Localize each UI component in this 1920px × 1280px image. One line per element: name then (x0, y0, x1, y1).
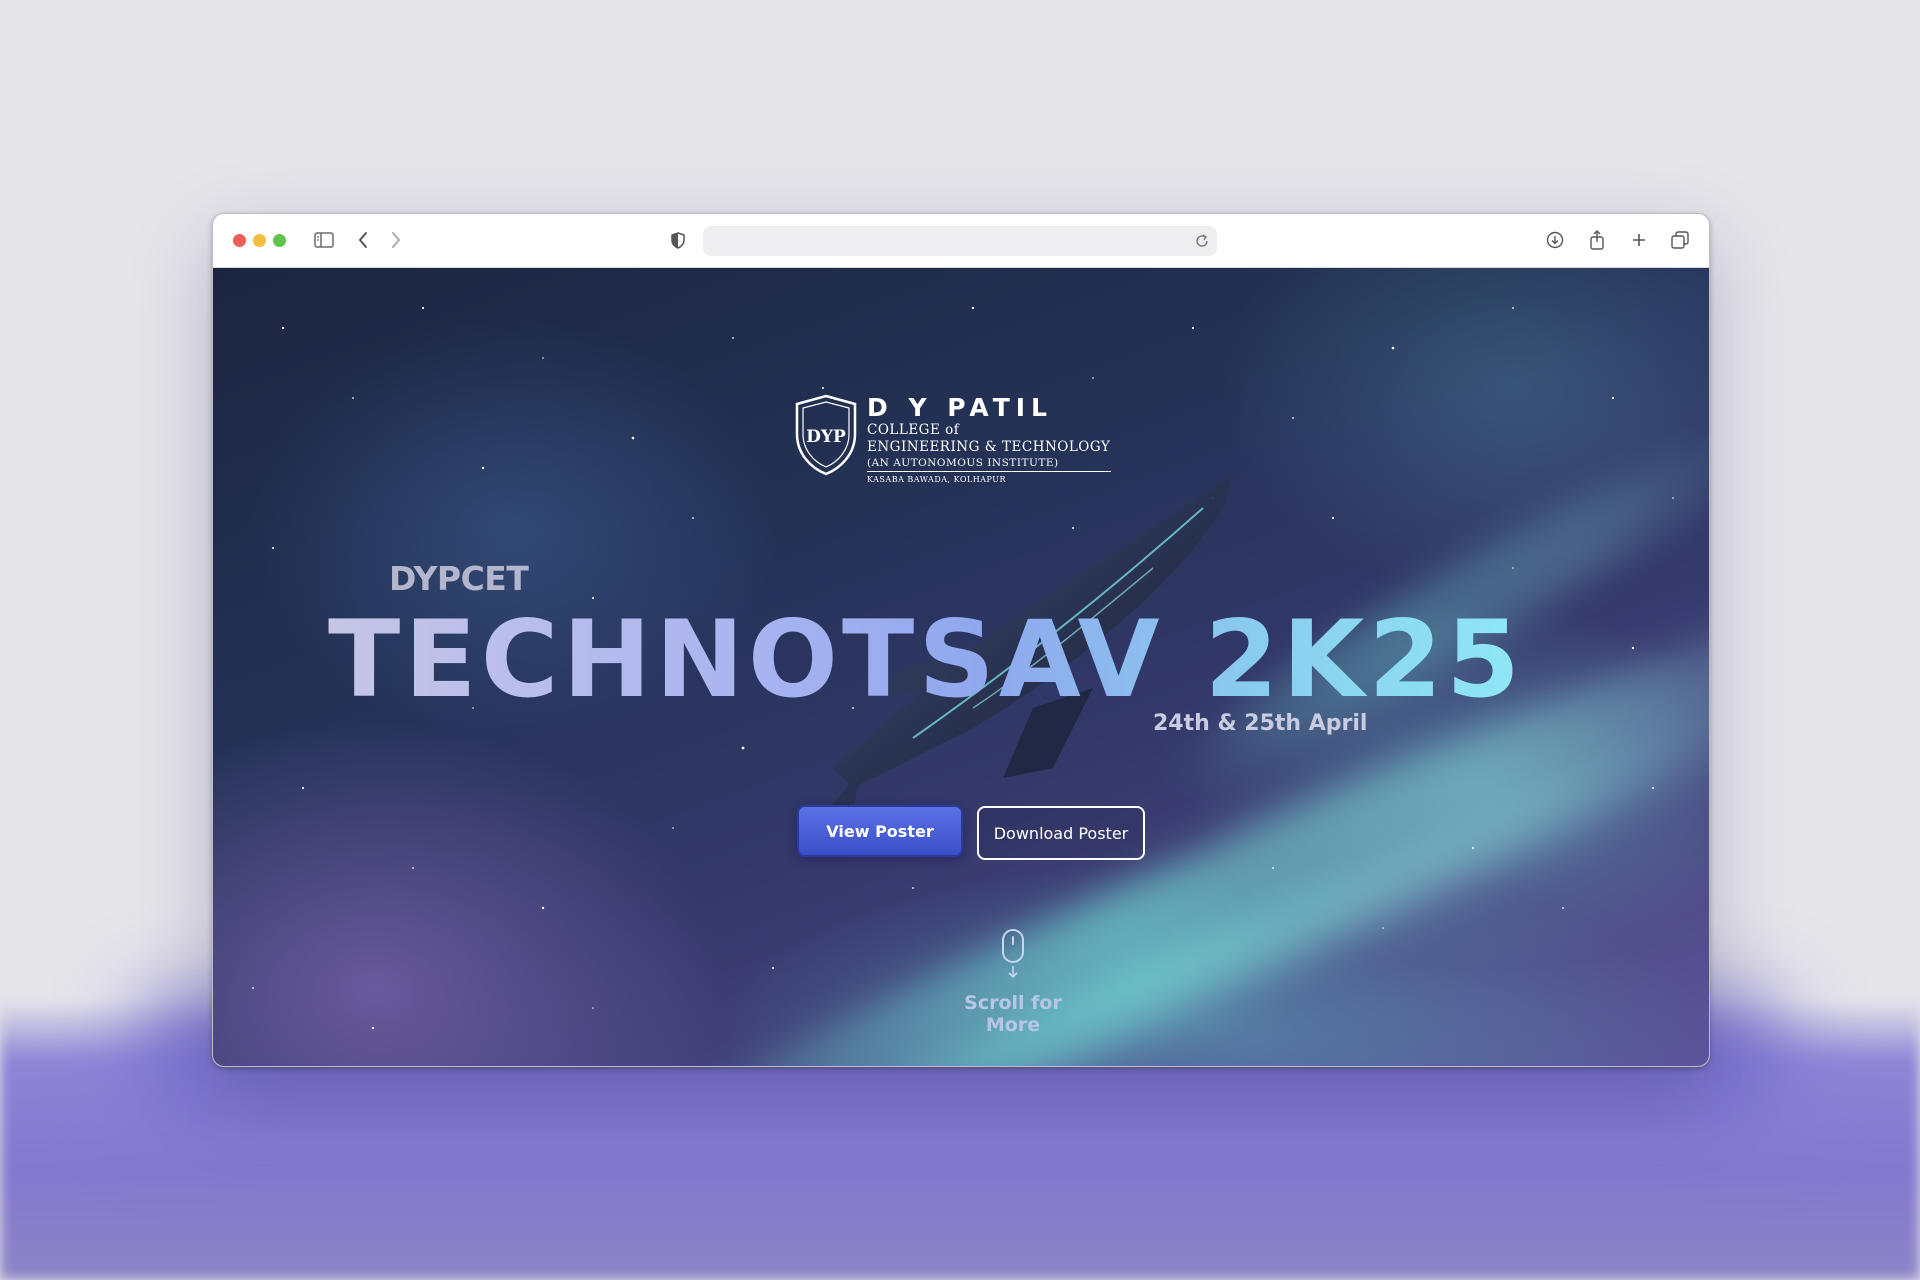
sidebar-icon[interactable] (312, 227, 336, 253)
reload-icon[interactable] (1193, 228, 1211, 254)
logo-line-autonomous: (AN AUTONOMOUS INSTITUTE) (867, 457, 1059, 469)
download-poster-button[interactable]: Download Poster (977, 806, 1145, 860)
scroll-label: Scroll for More (964, 992, 1062, 1036)
college-logo: DYP D Y PATIL COLLEGE of ENGINEERING & T… (793, 394, 1111, 486)
logo-line-engineering: ENGINEERING & TECHNOLOGY (867, 439, 1111, 455)
download-icon[interactable] (1544, 227, 1566, 253)
hero-section: DYP D Y PATIL COLLEGE of ENGINEERING & T… (213, 268, 1709, 1066)
shield-icon[interactable] (668, 227, 688, 253)
view-poster-button[interactable]: View Poster (797, 805, 963, 857)
logo-line-location: KASABA BAWADA, KOLHAPUR (867, 471, 1111, 486)
back-icon[interactable] (353, 227, 373, 253)
mouse-scroll-icon (1002, 929, 1024, 979)
event-date: 24th & 25th April (1153, 711, 1368, 736)
tabs-overview-icon[interactable] (1669, 227, 1691, 253)
browser-window: DYP D Y PATIL COLLEGE of ENGINEERING & T… (212, 213, 1710, 1067)
zoom-window-button[interactable] (273, 234, 286, 247)
close-window-button[interactable] (233, 234, 246, 247)
logo-title: D Y PATIL (867, 393, 1053, 422)
college-crest-icon: DYP (795, 394, 857, 476)
browser-toolbar (213, 214, 1709, 268)
scroll-cue[interactable]: Scroll for More (938, 928, 1088, 1036)
minimize-window-button[interactable] (253, 234, 266, 247)
new-tab-icon[interactable] (1628, 227, 1650, 253)
crest-text: DYP (806, 427, 846, 447)
event-eyebrow: DYPCET (389, 559, 529, 598)
logo-line-college: COLLEGE of (867, 422, 960, 438)
address-bar[interactable] (703, 226, 1217, 256)
share-icon[interactable] (1586, 227, 1608, 253)
forward-icon[interactable] (386, 227, 406, 253)
event-title: TECHNOTSAV 2K25 (328, 598, 1524, 721)
